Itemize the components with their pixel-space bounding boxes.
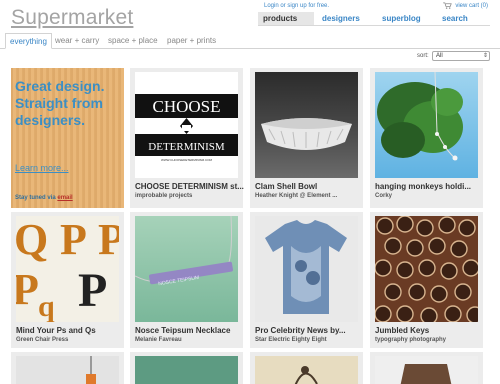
view-cart-link[interactable]: view cart (0) <box>443 2 488 9</box>
site-logo[interactable]: Supermarket <box>11 6 133 30</box>
lamp-photo <box>86 356 96 384</box>
product-designer[interactable]: Green Chair Press <box>16 337 68 343</box>
print-photo <box>294 366 318 384</box>
ps-and-qs-print: Q P P P q P <box>16 216 119 322</box>
svg-text:q: q <box>38 290 55 322</box>
product-card[interactable] <box>130 352 243 384</box>
product-designer[interactable]: Star Electric Eighty Eight <box>255 337 327 343</box>
product-image <box>375 356 478 384</box>
product-title[interactable]: Clam Shell Bowl <box>255 182 317 191</box>
nav-superblog[interactable]: superblog <box>382 12 421 25</box>
necklace-photo: NOSCE TEIPSUM <box>135 216 233 287</box>
hanging-monkeys-photo <box>377 72 463 161</box>
clam-bowl-photo <box>261 118 352 150</box>
product-image: CHOOSE DETERMINISM WWW.CHOOSEDETERMINISM… <box>135 72 238 178</box>
cart-icon <box>443 2 453 9</box>
choose-determinism-poster: CHOOSE DETERMINISM WWW.CHOOSEDETERMINISM… <box>135 94 238 162</box>
product-title[interactable]: hanging monkeys holdi... <box>375 182 471 191</box>
page: Supermarket Login or sign up for free. v… <box>0 0 500 384</box>
tab-space-place[interactable]: space + place <box>108 33 158 49</box>
svg-text:P: P <box>16 265 39 314</box>
product-card[interactable]: Jumbled Keys typography photography <box>370 212 483 348</box>
tab-paper-prints[interactable]: paper + prints <box>167 33 216 49</box>
product-image <box>375 72 478 178</box>
product-image: Q P P P q P <box>16 216 119 322</box>
view-cart-label: view cart (0) <box>455 2 488 9</box>
main-nav: products designers superblog search <box>258 12 490 26</box>
product-card[interactable] <box>370 352 483 384</box>
product-designer[interactable]: Melanie Favreau <box>135 337 182 343</box>
poster-top-text: CHOOSE <box>152 97 220 116</box>
product-title[interactable]: Nosce Teipsum Necklace <box>135 326 230 335</box>
product-image <box>375 216 478 322</box>
product-designer[interactable]: improbable projects <box>135 193 192 199</box>
product-image: NOSCE TEIPSUM <box>135 216 238 322</box>
product-card[interactable]: Q P P P q P Mind Your Ps and Qs Green Ch… <box>11 212 124 348</box>
sort-select[interactable]: All ⇕ <box>432 51 490 61</box>
product-card[interactable]: hanging monkeys holdi... Corky <box>370 68 483 208</box>
product-card[interactable]: NOSCE TEIPSUM Nosce Teipsum Necklace Mel… <box>130 212 243 348</box>
poster-bottom-text: DETERMINISM <box>148 141 225 153</box>
tab-wear-carry[interactable]: wear + carry <box>55 33 99 49</box>
select-arrows-icon: ⇕ <box>482 53 488 59</box>
product-image <box>255 356 358 384</box>
product-image <box>16 356 119 384</box>
nav-designers[interactable]: designers <box>322 12 360 25</box>
product-image <box>255 216 358 322</box>
product-title[interactable]: CHOOSE DETERMINISM st... <box>135 182 244 191</box>
stay-tuned-prefix: Stay tuned via <box>15 195 56 201</box>
sort-label: sort: <box>417 53 429 59</box>
nav-search[interactable]: search <box>442 12 468 25</box>
bag-photo <box>400 364 452 384</box>
product-title[interactable]: Mind Your Ps and Qs <box>16 326 96 335</box>
learn-more-link[interactable]: Learn more... <box>15 163 69 173</box>
product-designer[interactable]: typography photography <box>375 337 446 343</box>
product-title[interactable]: Pro Celebrity News by... <box>255 326 346 335</box>
tab-everything[interactable]: everything <box>5 33 52 49</box>
category-tabs: everything wear + carry space + place pa… <box>0 33 500 49</box>
product-card[interactable] <box>11 352 124 384</box>
promo-headline: Great design. Straight from designers. <box>15 78 105 128</box>
stay-tuned-text: Stay tuned via email <box>15 195 73 201</box>
email-link[interactable]: email <box>57 195 72 201</box>
svg-text:P: P <box>98 216 119 264</box>
jumbled-keys-photo <box>375 216 478 322</box>
product-card[interactable] <box>250 352 363 384</box>
product-image <box>135 356 238 384</box>
poster-caption: WWW.CHOOSEDETERMINISM.COM <box>161 158 212 162</box>
product-card[interactable]: CHOOSE DETERMINISM WWW.CHOOSEDETERMINISM… <box>130 68 244 208</box>
promo-card: Great design. Straight from designers. L… <box>11 68 124 208</box>
celebrity-tshirt-photo <box>265 220 347 314</box>
product-image <box>255 72 358 178</box>
svg-text:P: P <box>78 264 107 317</box>
product-designer[interactable]: Heather Knight @ Element ... <box>255 193 337 199</box>
sort-value: All <box>436 53 443 59</box>
product-card[interactable]: Clam Shell Bowl Heather Knight @ Element… <box>250 68 363 208</box>
svg-text:P: P <box>60 216 87 264</box>
product-card[interactable]: Pro Celebrity News by... Star Electric E… <box>250 212 363 348</box>
svg-text:Q: Q <box>16 216 48 264</box>
product-title[interactable]: Jumbled Keys <box>375 326 429 335</box>
nav-products[interactable]: products <box>258 12 314 25</box>
product-designer[interactable]: Corky <box>375 193 392 199</box>
login-signup-link[interactable]: Login or sign up for free. <box>264 3 329 9</box>
